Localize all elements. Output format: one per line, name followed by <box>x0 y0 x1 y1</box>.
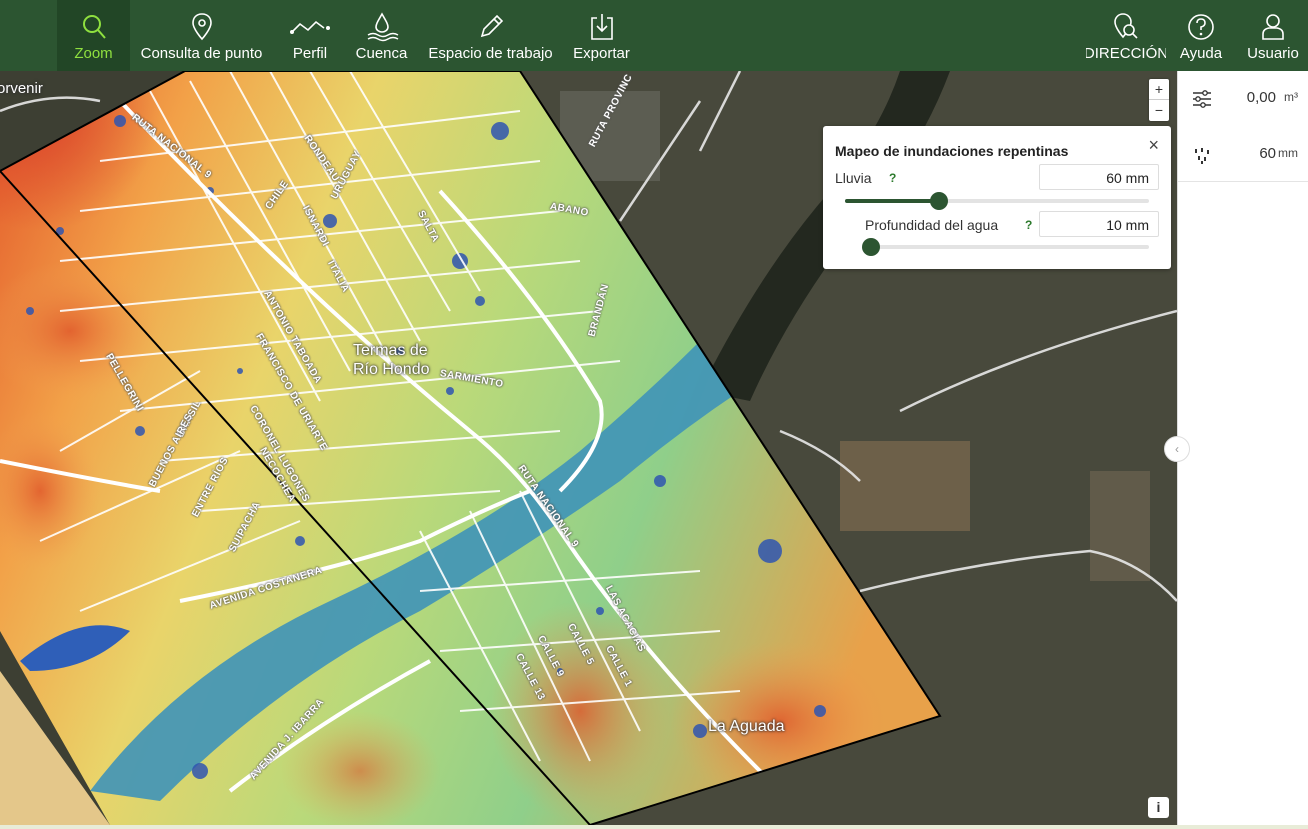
zoom-out-button[interactable]: − <box>1149 100 1169 121</box>
panel-collapse-button[interactable]: ‹ <box>1164 436 1190 462</box>
map-pin-icon <box>191 13 212 41</box>
water-depth-help-icon[interactable]: ? <box>1025 218 1032 232</box>
user-button[interactable]: Usuario <box>1240 0 1306 71</box>
export-tool-label: Exportar <box>573 45 630 62</box>
water-depth-slider[interactable] <box>862 238 1149 256</box>
rain-unit: mm <box>1278 146 1298 160</box>
point-query-tool-label: Consulta de punto <box>140 45 263 62</box>
place-label-termas: Termas de Río Hondo <box>353 342 430 378</box>
bottom-strip <box>0 825 1308 829</box>
close-icon[interactable]: × <box>1148 135 1159 156</box>
address-search-button[interactable]: DIRECCIÓN <box>1086 0 1166 71</box>
zoom-tool-button[interactable]: Zoom <box>57 0 130 71</box>
help-button[interactable]: Ayuda <box>1176 0 1226 71</box>
rain-help-icon[interactable]: ? <box>889 171 896 185</box>
address-search-label: DIRECCIÓN <box>1086 45 1166 62</box>
map-zoom-control: + − <box>1149 79 1169 121</box>
place-label-la-aguada: La Aguada <box>708 718 785 735</box>
address-search-icon <box>1114 13 1138 39</box>
user-label: Usuario <box>1247 45 1299 62</box>
zoom-in-button[interactable]: + <box>1149 79 1169 100</box>
rain-slider[interactable] <box>845 192 1149 210</box>
rain-value: 60 <box>1259 145 1276 162</box>
flash-flood-popup: Mapeo de inundaciones repentinas × Lluvi… <box>823 126 1171 269</box>
rain-slider-thumb[interactable] <box>930 192 949 210</box>
help-label: Ayuda <box>1179 45 1223 62</box>
zoom-tool-label: Zoom <box>74 45 113 62</box>
search-icon <box>82 15 106 39</box>
top-toolbar: Zoom Consulta de punto Perfil Cuenca Esp… <box>0 0 1308 71</box>
download-icon <box>590 14 613 40</box>
rain-drops-icon <box>1195 148 1209 164</box>
user-icon <box>1262 14 1284 40</box>
point-query-tool-button[interactable]: Consulta de punto <box>136 0 267 71</box>
place-label-porvenir: orvenir <box>0 80 43 97</box>
water-depth-input[interactable]: 10 mm <box>1039 211 1159 237</box>
volume-unit: m³ <box>1284 90 1298 104</box>
map-info-button[interactable]: i <box>1148 797 1169 818</box>
watershed-tool-button[interactable]: Cuenca <box>350 0 413 71</box>
watershed-tool-label: Cuenca <box>355 45 408 62</box>
pencil-icon <box>480 14 503 38</box>
workspace-tool-label: Espacio de trabajo <box>428 45 553 62</box>
sliders-icon[interactable] <box>1192 89 1212 109</box>
profile-tool-button[interactable]: Perfil <box>284 0 336 71</box>
water-drop-icon <box>367 12 398 42</box>
rain-label: Lluvia <box>835 170 872 186</box>
panel-divider <box>1178 181 1308 182</box>
profile-line-icon <box>290 20 330 34</box>
profile-tool-label: Perfil <box>292 45 328 62</box>
volume-row: 0,00 m³ <box>1178 71 1308 125</box>
water-depth-label: Profundidad del agua <box>865 217 999 233</box>
export-tool-button[interactable]: Exportar <box>568 0 635 71</box>
water-depth-slider-thumb[interactable] <box>862 238 880 256</box>
volume-value: 0,00 <box>1246 89 1276 106</box>
rain-slider-fill <box>845 199 940 203</box>
rain-row: 60 mm <box>1178 127 1308 181</box>
results-panel: 0,00 m³ 60 mm <box>1177 71 1308 829</box>
popup-title: Mapeo de inundaciones repentinas <box>835 143 1069 159</box>
rain-input[interactable]: 60 mm <box>1039 164 1159 190</box>
workspace-tool-button[interactable]: Espacio de trabajo <box>424 0 557 71</box>
help-icon <box>1188 14 1214 40</box>
